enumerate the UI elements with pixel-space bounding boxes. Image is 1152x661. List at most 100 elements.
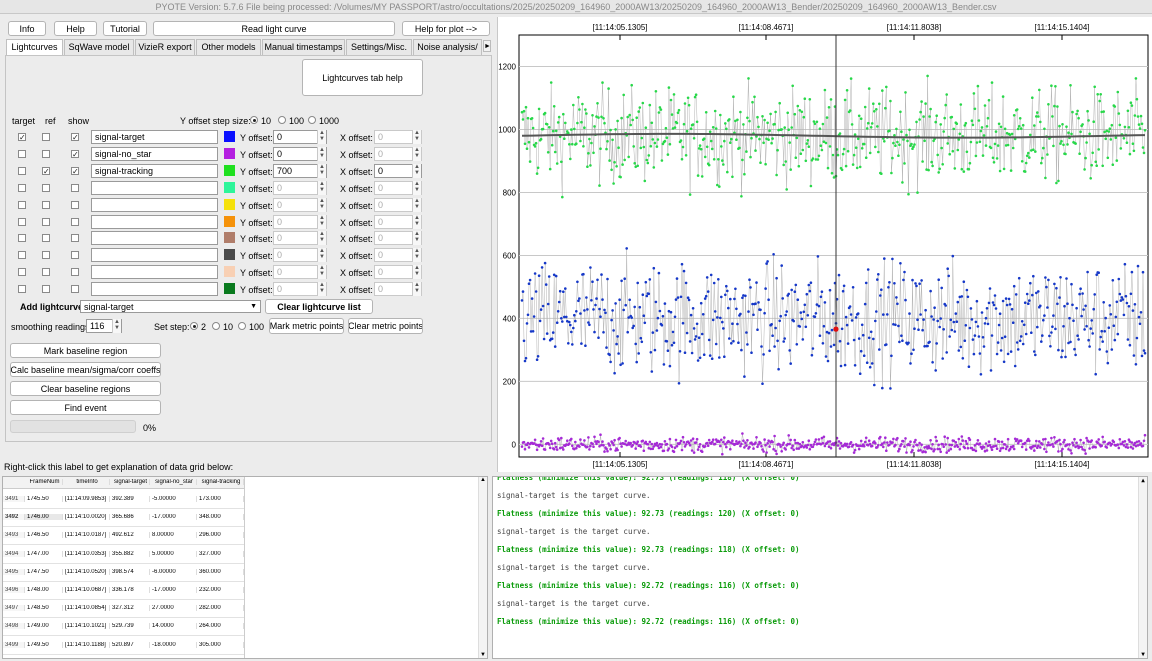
table-cell[interactable]: 1748.50 (25, 605, 63, 612)
step-radio-10[interactable] (250, 116, 258, 124)
lightcurve-name-field[interactable] (91, 214, 218, 229)
data-grid-caption[interactable]: Right-click this label to get explanatio… (4, 462, 233, 472)
color-swatch[interactable] (224, 249, 235, 261)
table-cell[interactable]: 492.612 (110, 532, 150, 539)
mark-baseline-region-button[interactable]: Mark baseline region (10, 343, 161, 358)
lightcurve-name-field[interactable]: signal-no_star (91, 146, 218, 161)
y-offset-stepper-icon[interactable]: ▲ ▼ (317, 231, 326, 246)
set-step-radio-2[interactable] (190, 322, 198, 330)
color-swatch[interactable] (224, 198, 235, 210)
x-offset-stepper-icon[interactable]: ▲ ▼ (412, 231, 421, 246)
step-radio-1000[interactable] (308, 116, 316, 124)
table-cell[interactable]: 8.00000 (150, 532, 197, 539)
y-offset-stepper-icon[interactable]: ▲ ▼ (317, 248, 326, 263)
table-cell[interactable]: 1748.00 (25, 587, 63, 593)
target-checkbox[interactable] (18, 183, 26, 192)
color-swatch[interactable] (224, 147, 235, 159)
target-checkbox[interactable] (18, 268, 26, 277)
table-cell[interactable]: [11:14:09.9853] (63, 496, 110, 502)
color-swatch[interactable] (224, 181, 235, 193)
data-grid-scrollbar[interactable]: ▲ ▼ (478, 477, 487, 658)
table-cell[interactable]: [11:14:10.0020] (63, 514, 110, 521)
show-checkbox[interactable]: ✓ (71, 149, 79, 158)
tab-lightcurves[interactable]: Lightcurves (6, 39, 63, 56)
tab-vizier-export[interactable]: VizieR export (135, 39, 195, 55)
target-checkbox[interactable] (18, 149, 26, 158)
column-header[interactable]: signal-target (110, 479, 150, 485)
x-offset-stepper-icon[interactable]: ▲ ▼ (412, 163, 421, 178)
table-cell[interactable]: -18.0000 (150, 641, 197, 648)
table-cell[interactable]: -6.00000 (150, 568, 197, 575)
color-swatch[interactable] (224, 131, 235, 142)
table-cell[interactable]: 529.739 (110, 623, 150, 630)
target-checkbox[interactable]: ✓ (18, 133, 26, 142)
table-cell[interactable]: 305.000 (197, 641, 244, 648)
table-cell[interactable]: 14.0000 (150, 623, 197, 630)
column-header[interactable]: signal-no_star (150, 479, 197, 485)
show-checkbox[interactable] (71, 183, 79, 192)
y-offset-stepper-icon[interactable]: ▲ ▼ (317, 197, 326, 212)
ref-checkbox[interactable] (42, 200, 50, 209)
target-checkbox[interactable] (18, 166, 26, 175)
x-offset-stepper-icon[interactable]: ▲ ▼ (412, 130, 421, 144)
y-offset-stepper-icon[interactable]: ▲ ▼ (317, 282, 326, 297)
color-swatch[interactable] (224, 266, 235, 278)
table-cell[interactable]: -17.0000 (150, 514, 197, 521)
table-cell[interactable]: 365.686 (110, 514, 150, 521)
y-offset-stepper-icon[interactable]: ▲ ▼ (317, 214, 326, 229)
table-cell[interactable]: 232.000 (197, 587, 244, 593)
target-checkbox[interactable] (18, 200, 26, 209)
lightcurve-name-field[interactable] (91, 231, 218, 246)
step-radio-100[interactable] (278, 116, 286, 124)
table-cell[interactable]: 360.000 (197, 568, 244, 575)
tab-scroll-arrow-icon[interactable]: ► (483, 40, 491, 52)
table-row[interactable]: 3497 1748.50 [11:14:10.0854] 327.312 27.0000… (3, 600, 244, 618)
ref-checkbox[interactable]: ✓ (42, 166, 50, 175)
table-cell[interactable]: 1749.50 (25, 641, 63, 648)
table-cell[interactable]: 264.000 (197, 623, 244, 630)
lightcurve-name-field[interactable] (91, 180, 218, 195)
show-checkbox[interactable] (71, 285, 79, 294)
table-cell[interactable]: 392.389 (110, 496, 150, 502)
ref-checkbox[interactable] (42, 133, 50, 141)
table-row[interactable]: 3496 1748.00 [11:14:10.0687] 336.178 -17.000… (3, 582, 244, 600)
set-step-radio-10[interactable] (212, 322, 220, 330)
help-button[interactable]: Help (54, 21, 97, 36)
table-cell[interactable]: 336.178 (110, 587, 150, 593)
show-checkbox[interactable] (71, 234, 79, 243)
tab-noise-analysis[interactable]: Noise analysis/ (413, 39, 482, 55)
y-offset-stepper-icon[interactable]: ▲ ▼ (317, 265, 326, 280)
lightcurve-name-field[interactable]: signal-target (91, 130, 218, 144)
table-cell[interactable]: 1746.00 (25, 514, 63, 521)
lightcurve-name-field[interactable] (91, 248, 218, 263)
x-offset-stepper-icon[interactable]: ▲ ▼ (412, 180, 421, 195)
clear-baseline-regions-button[interactable]: Clear baseline regions (10, 381, 161, 396)
calc-baseline-button[interactable]: Calc baseline mean/sigma/corr coeffs (10, 362, 161, 377)
x-offset-stepper-icon[interactable]: ▲ ▼ (412, 146, 421, 161)
table-cell[interactable]: 327.000 (197, 550, 244, 557)
tab-other-models[interactable]: Other models (196, 39, 261, 55)
table-cell[interactable]: 1745.50 (25, 496, 63, 502)
ref-checkbox[interactable] (42, 234, 50, 243)
table-cell[interactable]: 296.000 (197, 532, 244, 539)
table-cell[interactable]: 348.000 (197, 514, 244, 521)
table-row[interactable]: 3493 1746.50 [11:14:10.0187] 492.612 8.00000… (3, 527, 244, 545)
table-cell[interactable]: [11:14:10.1188] (63, 641, 110, 648)
scroll-up-icon[interactable]: ▲ (1139, 477, 1147, 484)
clear-lightcurve-list-button[interactable]: Clear lightcurve list (265, 299, 373, 314)
y-offset-stepper-icon[interactable]: ▲ ▼ (317, 180, 326, 195)
column-header[interactable]: timeInfo (63, 479, 110, 485)
scroll-down-icon[interactable]: ▼ (479, 652, 487, 658)
show-checkbox[interactable] (71, 251, 79, 260)
table-cell[interactable]: [11:14:10.0520] (63, 568, 110, 575)
tab-sqwave-model[interactable]: SqWave model (64, 39, 134, 55)
table-row[interactable]: 3492 1746.00 [11:14:10.0020] 365.686 -17.000… (3, 509, 244, 527)
color-swatch[interactable] (224, 164, 235, 176)
target-checkbox[interactable] (18, 285, 26, 294)
read-light-curve-button[interactable]: Read light curve (153, 21, 395, 36)
table-cell[interactable]: 1747.00 (25, 550, 63, 557)
ref-checkbox[interactable] (42, 251, 50, 260)
data-grid[interactable]: FrameNum timeInfo signal-target signal-no_s… (2, 476, 488, 659)
add-lightcurve-select[interactable]: signal-target ▼ (80, 300, 261, 313)
clear-metric-points-button[interactable]: Clear metric points (348, 318, 423, 334)
